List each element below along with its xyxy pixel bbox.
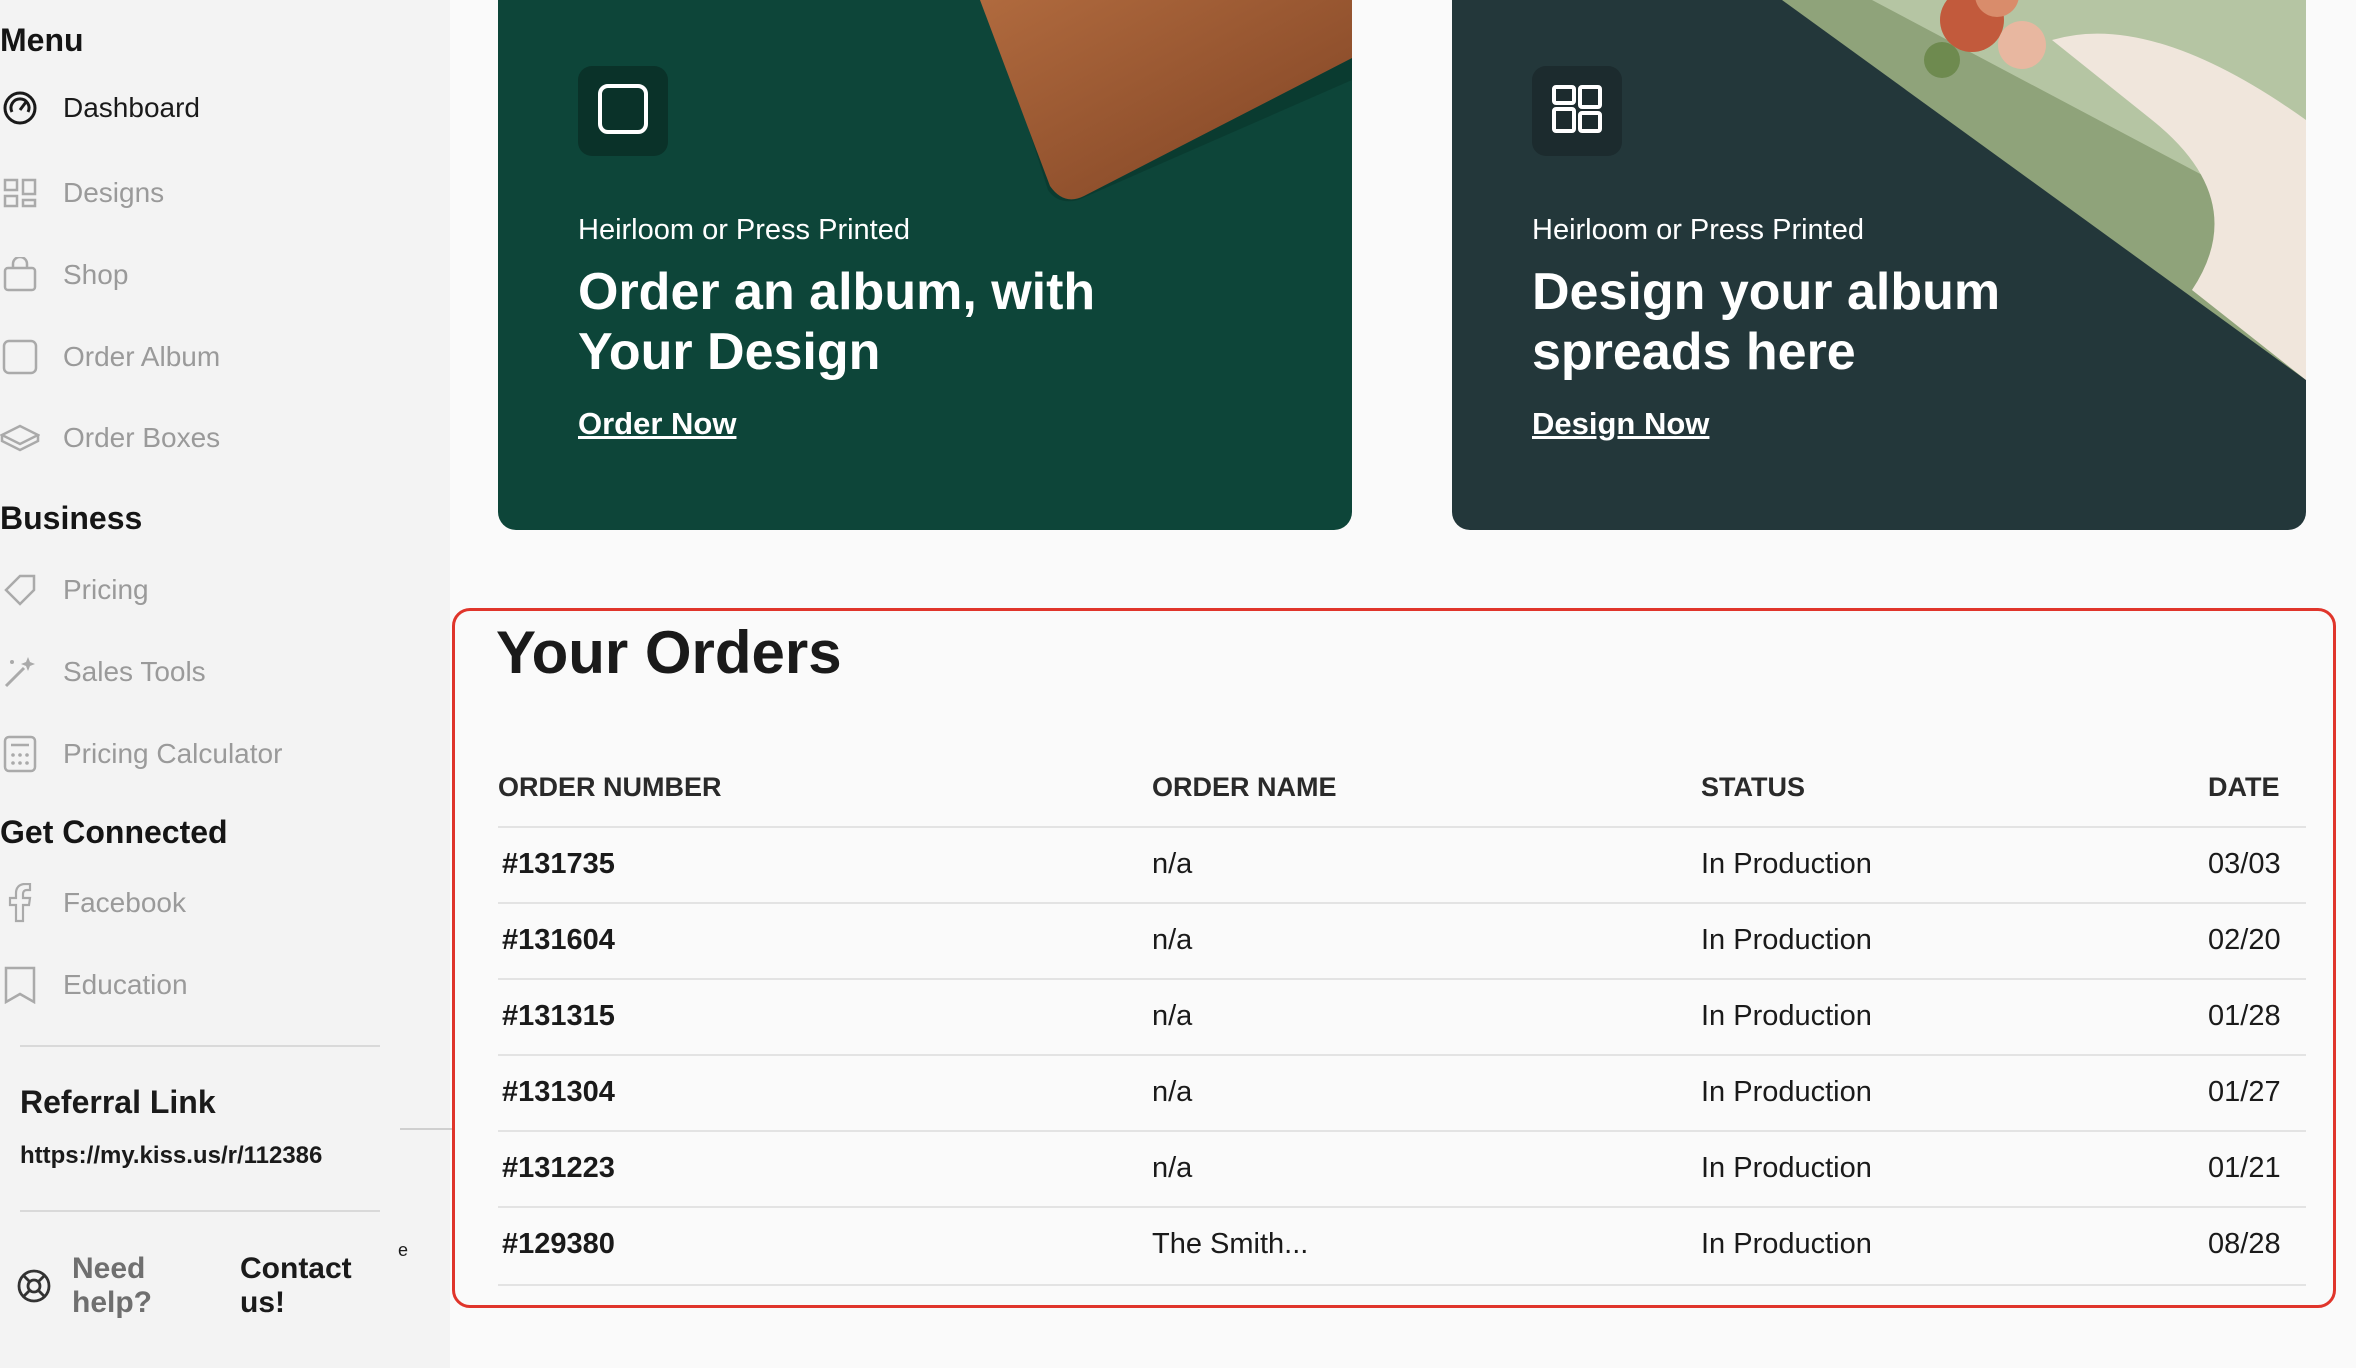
order-status: In Production (1701, 1000, 1872, 1032)
card-subtitle: Heirloom or Press Printed (1532, 214, 1864, 246)
design-album-card: Heirloom or Press Printed Design your al… (1452, 0, 2306, 530)
divider-line (400, 1128, 452, 1130)
order-status: In Production (1701, 924, 1872, 956)
business-section-title: Business (0, 500, 143, 536)
order-number: #131604 (502, 924, 615, 956)
card-icon-tile (578, 66, 668, 156)
truncated-text: e (398, 1240, 409, 1260)
sidebar-item-label: Designs (63, 177, 165, 208)
order-date: 08/28 (2208, 1228, 2281, 1260)
menu-section-title: Menu (0, 22, 84, 58)
sidebar-item-pricing[interactable]: Pricing (0, 562, 149, 618)
card-title: Design your album spreads here (1532, 263, 2001, 381)
order-status: In Production (1701, 1076, 1872, 1108)
referral-link-url[interactable]: https://my.kiss.us/r/112386 (20, 1142, 322, 1170)
table-row[interactable]: #131315 n/a In Production 01/28 (498, 978, 2306, 1056)
contact-us-link[interactable]: Contact us! (240, 1252, 360, 1320)
sidebar-item-label: Education (63, 969, 188, 1000)
sidebar: Menu Dashboard Designs Shop Order Album … (0, 0, 450, 1368)
table-row[interactable]: #131604 n/a In Production 02/20 (498, 902, 2306, 980)
sidebar-item-label: Pricing (63, 574, 149, 605)
sidebar-item-label: Shop (63, 259, 129, 290)
referral-link-title: Referral Link (20, 1084, 216, 1120)
sidebar-item-label: Order Album (63, 341, 221, 372)
order-status: In Production (1701, 848, 1872, 880)
sidebar-item-label: Facebook (63, 887, 186, 918)
order-status: In Production (1701, 1228, 1872, 1260)
square-icon (0, 337, 40, 377)
get-connected-section-title: Get Connected (0, 814, 228, 850)
order-now-link[interactable]: Order Now (578, 406, 736, 442)
sidebar-item-dashboard[interactable]: Dashboard (0, 80, 200, 136)
square-icon (596, 82, 650, 141)
sidebar-item-facebook[interactable]: Facebook (0, 875, 186, 931)
order-date: 01/21 (2208, 1152, 2281, 1184)
order-status: In Production (1701, 1152, 1872, 1184)
table-row[interactable]: #131223 n/a In Production 01/21 (498, 1130, 2306, 1208)
order-date: 03/03 (2208, 848, 2281, 880)
order-number: #131315 (502, 1000, 615, 1032)
gauge-icon (0, 88, 40, 128)
order-number: #131223 (502, 1152, 615, 1184)
design-now-link[interactable]: Design Now (1532, 406, 1709, 442)
card-title: Order an album, with Your Design (578, 263, 1096, 381)
sidebar-item-sales-tools[interactable]: Sales Tools (0, 644, 206, 700)
order-date: 01/27 (2208, 1076, 2281, 1108)
order-date: 01/28 (2208, 1000, 2281, 1032)
order-name: n/a (1152, 1152, 1193, 1184)
orders-title: Your Orders (496, 619, 842, 686)
sidebar-item-label: Pricing Calculator (63, 738, 283, 769)
layout-icon (0, 173, 40, 213)
sidebar-item-order-boxes[interactable]: Order Boxes (0, 410, 220, 466)
table-row[interactable]: #129380 The Smith... In Production 08/28 (498, 1206, 2306, 1286)
column-header-order-number: ORDER NUMBER (498, 772, 722, 802)
sidebar-item-designs[interactable]: Designs (0, 165, 164, 221)
order-date: 02/20 (2208, 924, 2281, 956)
order-number: #131304 (502, 1076, 615, 1108)
sidebar-item-order-album[interactable]: Order Album (0, 329, 220, 385)
magic-wand-icon (0, 652, 40, 692)
sidebar-item-education[interactable]: Education (0, 957, 188, 1013)
column-header-date: DATE (2208, 772, 2280, 802)
card-icon-tile (1532, 66, 1622, 156)
lifebuoy-icon (16, 1268, 52, 1309)
tag-icon (0, 570, 40, 610)
sidebar-divider (20, 1045, 380, 1047)
calculator-icon (0, 734, 40, 774)
order-album-card: Heirloom or Press Printed Order an album… (498, 0, 1352, 530)
sidebar-item-shop[interactable]: Shop (0, 247, 128, 303)
box-icon (0, 418, 40, 458)
column-header-status: STATUS (1701, 772, 1805, 802)
table-row[interactable]: #131735 n/a In Production 03/03 (498, 826, 2306, 904)
sidebar-item-label: Order Boxes (63, 422, 221, 453)
order-name: n/a (1152, 1000, 1193, 1032)
shopping-bag-icon (0, 255, 40, 295)
column-header-order-name: ORDER NAME (1152, 772, 1337, 802)
order-number: #131735 (502, 848, 615, 880)
sidebar-item-pricing-calculator[interactable]: Pricing Calculator (0, 726, 282, 782)
layout-icon (1550, 82, 1604, 141)
order-number: #129380 (502, 1228, 615, 1260)
order-name: n/a (1152, 1076, 1193, 1108)
table-row[interactable]: #131304 n/a In Production 01/27 (498, 1054, 2306, 1132)
book-icon (0, 965, 40, 1005)
order-name: n/a (1152, 848, 1193, 880)
order-name: The Smith... (1152, 1228, 1309, 1260)
need-help-text: Need help? (72, 1252, 152, 1319)
sidebar-item-label: Sales Tools (63, 656, 206, 687)
sidebar-item-label: Dashboard (63, 92, 200, 123)
sidebar-divider (20, 1210, 380, 1212)
card-subtitle: Heirloom or Press Printed (578, 214, 910, 246)
facebook-icon (0, 883, 40, 923)
order-name: n/a (1152, 924, 1193, 956)
